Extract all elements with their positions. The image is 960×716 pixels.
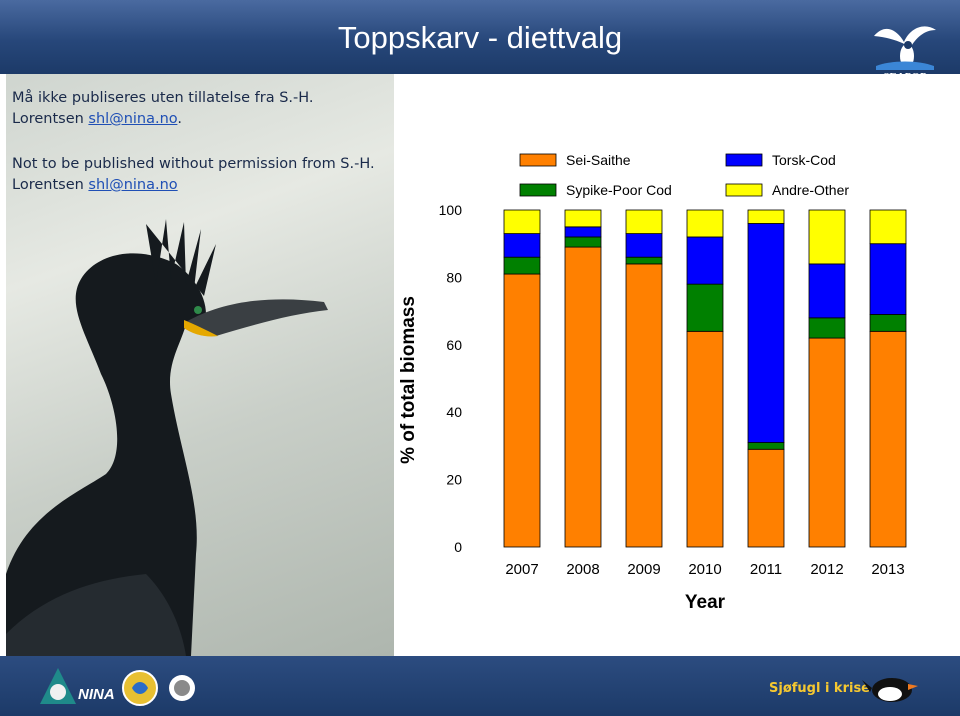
- bar-segment: [808, 263, 846, 319]
- page-title: Toppskarv - diettvalg: [337, 20, 623, 55]
- bar-segment: [564, 226, 602, 238]
- legend-swatch: [725, 183, 763, 197]
- bar-segment: [503, 273, 541, 548]
- diet-chart: Sei-Saithe Sypike-Poor Cod Torsk-Cod Andre-…: [398, 152, 907, 613]
- email-link-norwegian[interactable]: shl@nina.no: [88, 111, 177, 127]
- legend-label: Torsk-Cod: [772, 152, 836, 168]
- y-tick-label: 100: [439, 202, 463, 218]
- legend-swatch: [725, 153, 763, 167]
- bar-segment: [747, 209, 785, 224]
- crest-emblem-icon: [169, 675, 195, 701]
- bar-segment: [625, 233, 663, 258]
- bar-segment: [686, 209, 724, 238]
- x-axis-title: Year: [685, 592, 726, 613]
- bar-segment: [869, 243, 907, 315]
- bar-segment: [686, 330, 724, 548]
- copyright-notice-norwegian: Må ikke publiseres uten tillatelse fra S…: [12, 90, 314, 127]
- bar-segment: [625, 209, 663, 234]
- chart-bars: [503, 209, 907, 548]
- email-link-english[interactable]: shl@nina.no: [88, 177, 177, 193]
- copyright-notice-english: Not to be published without permission f…: [12, 156, 375, 193]
- bar-segment: [869, 209, 907, 245]
- bar-segment: [564, 246, 602, 548]
- bar-segment: [747, 442, 785, 450]
- bar-segment: [747, 223, 785, 443]
- nina-logo: [40, 668, 76, 704]
- legend-label: Andre-Other: [772, 182, 849, 198]
- x-tick-label: 2012: [810, 561, 843, 578]
- bar-segment: [808, 317, 846, 339]
- legend-label: Sei-Saithe: [566, 152, 631, 168]
- bar-segment: [747, 448, 785, 548]
- x-tick-label: 2007: [505, 561, 538, 578]
- bar-segment: [503, 256, 541, 275]
- bar-segment: [686, 283, 724, 332]
- y-tick-label: 80: [446, 269, 462, 285]
- x-tick-label: 2008: [566, 561, 599, 578]
- bar-segment: [869, 314, 907, 332]
- legend-swatch: [519, 153, 557, 167]
- puffin-icon: [862, 678, 918, 702]
- bar-segment: [808, 209, 846, 265]
- bar-segment: [625, 256, 663, 265]
- y-tick-label: 60: [446, 337, 462, 353]
- bar-segment: [869, 330, 907, 548]
- chart-legend: Sei-Saithe Sypike-Poor Cod Torsk-Cod Andre-…: [519, 152, 849, 198]
- x-tick-label: 2010: [688, 561, 721, 578]
- x-tick-label: 2009: [627, 561, 660, 578]
- x-tick-label: 2011: [750, 561, 782, 578]
- bar-segment: [503, 233, 541, 258]
- seapop-logo: SEAPOP: [874, 26, 936, 82]
- seal-emblem-icon: [122, 670, 158, 706]
- y-tick-label: 40: [446, 404, 462, 420]
- bar-segment: [808, 337, 846, 548]
- bar-segment: [564, 209, 602, 228]
- bar-segment: [564, 236, 602, 248]
- bar-segment: [686, 236, 724, 285]
- nina-wordmark: NINA: [78, 686, 115, 703]
- footer-label: Sjøfugl i krise: [769, 681, 870, 696]
- y-tick-label: 0: [454, 539, 462, 555]
- y-axis-title: % of total biomass: [398, 296, 419, 464]
- bar-segment: [503, 209, 541, 234]
- legend-swatch: [519, 183, 557, 197]
- seapop-wordmark: SEAPOP: [883, 71, 927, 82]
- y-tick-label: 20: [446, 472, 462, 488]
- x-tick-label: 2013: [871, 561, 904, 578]
- legend-label: Sypike-Poor Cod: [566, 182, 672, 198]
- bar-segment: [625, 263, 663, 548]
